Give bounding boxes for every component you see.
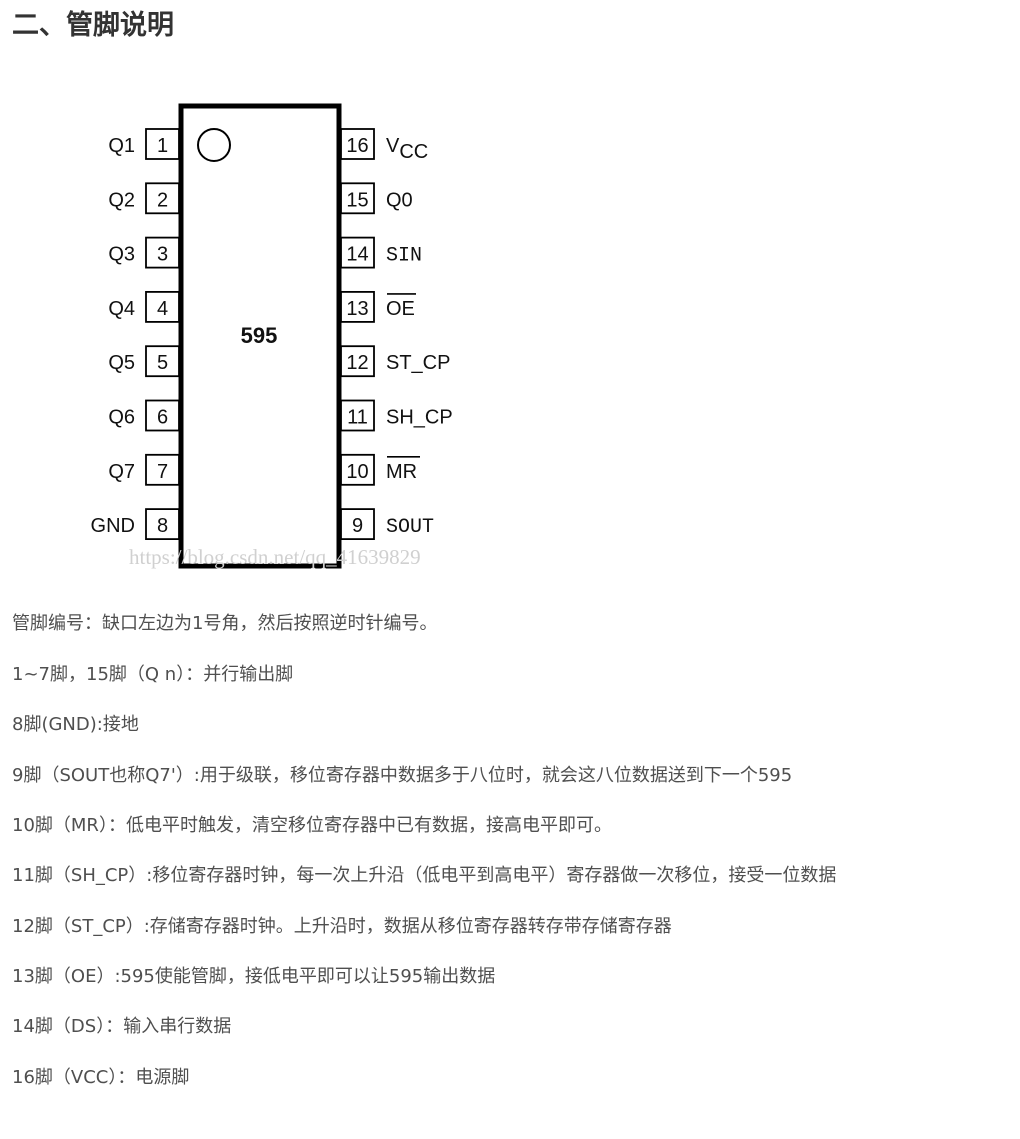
pins-1-7-15-desc: 1~7脚，15脚（Q n）：并行输出脚: [12, 664, 294, 685]
right-pin-group: 16 VCC 15 Q0 14 SIN 13 OE 12 ST_CP 11 SH_CP 10 MR 9 SOU…: [340, 128, 453, 541]
pin-label-14: SIN: [386, 245, 422, 268]
pin-14-desc: 14脚（DS）：输入串行数据: [12, 1016, 232, 1037]
pin-number-10: 10: [346, 461, 368, 483]
pin-label-7: Q7: [108, 461, 135, 483]
pin-label-13: OE: [386, 298, 415, 320]
pin-label-8: GND: [91, 515, 135, 537]
pin-label-15: Q0: [386, 189, 413, 211]
pin-number-12: 12: [346, 352, 368, 374]
pin-label-10: MR: [386, 461, 417, 483]
pin-10-desc: 10脚（MR）：低电平时触发，清空移位寄存器中已有数据，接高电平即可。: [12, 815, 612, 836]
pin-label-4: Q4: [108, 298, 135, 320]
pin-number-2: 2: [157, 189, 168, 211]
pin-number-8: 8: [157, 515, 168, 537]
pin-number-7: 7: [157, 461, 168, 483]
pin-label-16: VCC: [386, 135, 428, 163]
pin-label-9: SOUT: [386, 516, 434, 539]
pin-9-desc: 9脚（SOUT也称Q7'）:用于级联，移位寄存器中数据多于八位时，就会这八位数据…: [12, 765, 793, 786]
watermark-url: https://blog.csdn.net/qq_41639829: [129, 545, 421, 569]
pin-number-3: 3: [157, 244, 168, 266]
pin-label-1: Q1: [108, 135, 135, 157]
pin-label-2: Q2: [108, 189, 135, 211]
pin-number-9: 9: [352, 515, 363, 537]
pin-label-11: SH_CP: [386, 407, 453, 429]
pin-number-5: 5: [157, 352, 168, 374]
pin-number-1: 1: [157, 135, 168, 157]
chip-pinout-diagram: 595 1Q12Q23Q34Q45Q56Q67Q78GND 16 VCC15 Q01…: [91, 103, 453, 569]
pin-numbering-note: 管脚编号：缺口左边为1号角，然后按照逆时针编号。: [12, 613, 438, 634]
pin-label-6: Q6: [108, 407, 135, 429]
pin-number-4: 4: [157, 298, 168, 320]
pin-label-12: ST_CP: [386, 352, 450, 374]
left-pin-group: 1 Q1 2 Q2 3 Q3 4 Q4 5 Q5 6 Q6 7 Q7 8 GND: [91, 128, 180, 541]
pin-number-13: 13: [346, 298, 368, 320]
pin-label-5: Q5: [108, 352, 135, 374]
pin-12-desc: 12脚（ST_CP）:存储寄存器时钟。上升沿时，数据从移位寄存器转存带存储寄存器: [12, 916, 672, 937]
pin-16-desc: 16脚（VCC）：电源脚: [12, 1067, 190, 1088]
pin-8-desc: 8脚(GND):接地: [12, 714, 139, 735]
pin-label-3: Q3: [108, 244, 135, 266]
pin-number-14: 14: [346, 244, 368, 266]
pin-number-16: 16: [346, 135, 368, 157]
pin-number-15: 15: [346, 189, 368, 211]
pin-11-desc: 11脚（SH_CP）:移位寄存器时钟，每一次上升沿（低电平到高电平）寄存器做一次…: [12, 865, 837, 886]
pin-13-desc: 13脚（OE）:595使能管脚，接低电平即可以让595输出数据: [12, 966, 496, 987]
pin-number-11: 11: [347, 407, 368, 429]
pin-number-6: 6: [157, 407, 168, 429]
chip-label: 595: [241, 323, 278, 348]
